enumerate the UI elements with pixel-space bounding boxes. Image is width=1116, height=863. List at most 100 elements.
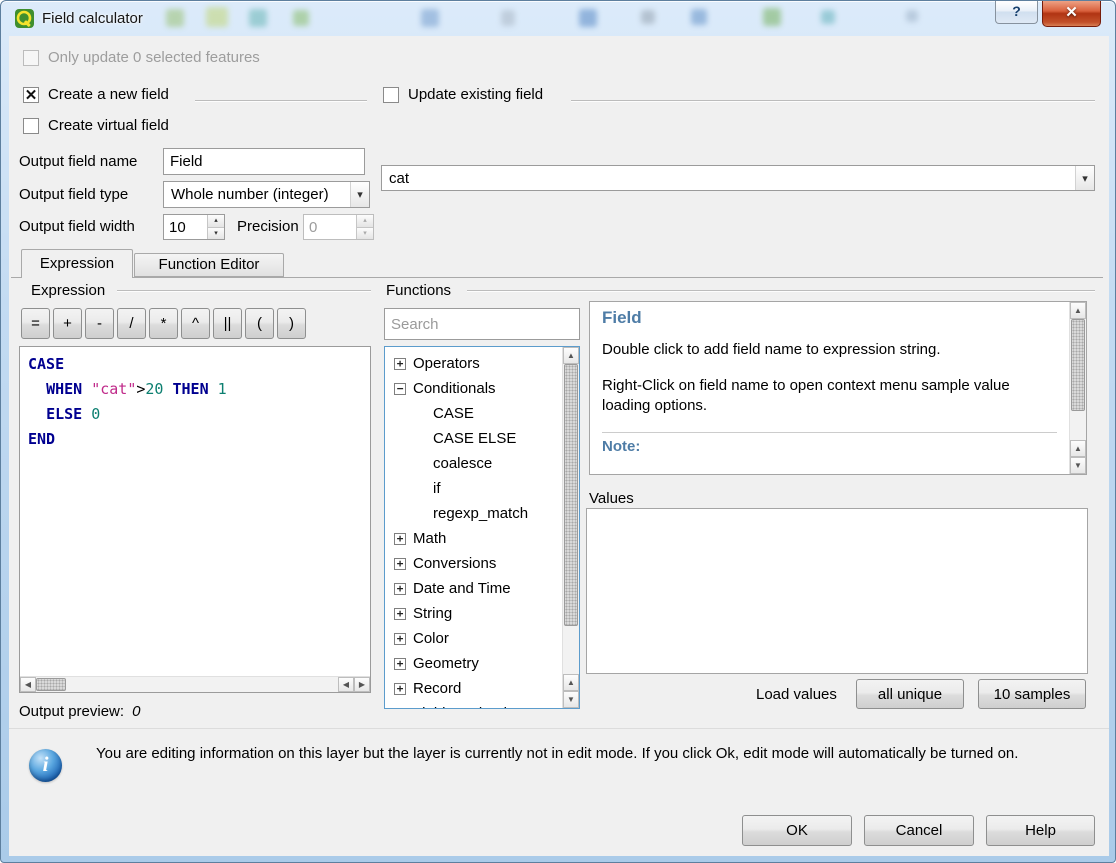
scroll-right-button[interactable]: ▶ — [354, 677, 370, 692]
scrollbar-thumb[interactable] — [1071, 319, 1085, 411]
tab-baseline — [11, 277, 1103, 278]
help-note-label: Note: — [602, 438, 641, 455]
scroll-left-icon: ◀ — [24, 680, 32, 689]
create-virtual-field-checkbox[interactable] — [23, 117, 39, 134]
precision-input[interactable] — [304, 215, 356, 239]
help-button[interactable]: Help — [986, 815, 1095, 846]
existing-field-dropdown-button[interactable]: ▾ — [1075, 166, 1094, 190]
scrollbar-thumb[interactable] — [564, 364, 578, 626]
titlebar-help-button[interactable]: ? — [995, 1, 1038, 24]
tree-item-label: Fields and Values — [413, 705, 531, 708]
tree-item-math[interactable]: + Math — [385, 526, 563, 551]
function-search-input[interactable] — [384, 308, 580, 340]
tree-item-date-and-time[interactable]: + Date and Time — [385, 576, 563, 601]
tree-item-string[interactable]: + String — [385, 601, 563, 626]
tree-item-label: CASE ELSE — [433, 430, 517, 447]
only-update-selected-checkbox[interactable] — [23, 49, 39, 66]
expand-icon[interactable]: + — [394, 557, 406, 570]
expand-icon[interactable]: + — [394, 632, 406, 645]
scroll-up-button[interactable]: ▲ — [563, 347, 579, 364]
operator-button-multiply[interactable]: * — [149, 308, 178, 339]
output-field-name-input[interactable] — [163, 148, 365, 175]
operator-button-divide[interactable]: / — [117, 308, 146, 339]
create-virtual-field-row: Create virtual field — [23, 117, 169, 134]
spin-down-button[interactable]: ▾ — [208, 227, 224, 239]
precision-spinner[interactable]: ▴ ▾ — [303, 214, 374, 240]
operator-button-open-paren[interactable]: ( — [245, 308, 274, 339]
spin-down-button[interactable]: ▾ — [357, 227, 373, 239]
scroll-left-button[interactable]: ◀ — [20, 677, 36, 692]
create-new-field-checkbox[interactable]: ✕ — [23, 86, 39, 104]
tree-item-coalesce[interactable]: coalesce — [385, 451, 563, 476]
cancel-button[interactable]: Cancel — [864, 815, 974, 846]
tab-expression[interactable]: Expression — [21, 249, 133, 278]
output-field-type-combobox[interactable]: Whole number (integer) ▾ — [163, 181, 370, 208]
expression-editor[interactable]: CASE WHEN "cat">20 THEN 1 ELSE 0 END ◀ ◀ … — [19, 346, 371, 693]
scroll-up-icon: ▲ — [1074, 306, 1082, 315]
scroll-down-button[interactable]: ▼ — [1070, 457, 1086, 474]
operator-button-close-paren[interactable]: ) — [277, 308, 306, 339]
function-tree-rows: + Operators − Conditionals CASE CASE ELSE coal… — [385, 351, 579, 708]
tree-item-label: Operators — [413, 355, 480, 372]
expression-hscrollbar[interactable]: ◀ ◀ ▶ — [20, 676, 370, 692]
scroll-up-button[interactable]: ▲ — [563, 674, 579, 691]
update-existing-field-checkbox[interactable] — [383, 86, 399, 103]
output-field-width-input[interactable] — [164, 215, 207, 239]
operator-button-power[interactable]: ^ — [181, 308, 210, 339]
tree-item-color[interactable]: + Color — [385, 626, 563, 651]
tree-item-conversions[interactable]: + Conversions — [385, 551, 563, 576]
functions-group-label: Functions — [386, 282, 452, 299]
output-field-width-spinner[interactable]: ▴ ▾ — [163, 214, 225, 240]
output-field-type-dropdown-button[interactable]: ▾ — [350, 182, 369, 207]
tree-item-geometry[interactable]: + Geometry — [385, 651, 563, 676]
scrollbar-track[interactable] — [66, 677, 338, 692]
tree-item-if[interactable]: if — [385, 476, 563, 501]
scroll-left-button[interactable]: ◀ — [338, 677, 354, 692]
existing-field-value: cat — [389, 169, 410, 187]
ok-button[interactable]: OK — [742, 815, 852, 846]
expand-icon[interactable]: + — [394, 357, 406, 370]
info-icon: i — [29, 749, 62, 782]
tree-item-record[interactable]: + Record — [385, 676, 563, 701]
tree-item-conditionals[interactable]: − Conditionals — [385, 376, 563, 401]
checkbox-check-icon: ✕ — [24, 86, 38, 104]
tree-item-operators[interactable]: + Operators — [385, 351, 563, 376]
tree-item-case-else[interactable]: CASE ELSE — [385, 426, 563, 451]
operator-button-plus[interactable]: + — [53, 308, 82, 339]
values-list[interactable] — [586, 508, 1088, 674]
operator-button-minus[interactable]: - — [85, 308, 114, 339]
expand-icon[interactable]: + — [394, 707, 406, 708]
question-icon: ? — [1012, 3, 1021, 19]
expand-icon[interactable]: + — [394, 657, 406, 670]
all-unique-button[interactable]: all unique — [856, 679, 964, 709]
existing-field-combobox[interactable]: cat ▾ — [381, 165, 1095, 191]
expand-icon[interactable]: + — [394, 682, 406, 695]
tree-item-regexp-match[interactable]: regexp_match — [385, 501, 563, 526]
titlebar[interactable]: Field calculator ? ✕ — [1, 1, 1115, 36]
help-scrollbar[interactable]: ▲ ▲ ▼ — [1069, 302, 1086, 474]
expand-icon[interactable]: + — [394, 582, 406, 595]
titlebar-close-button[interactable]: ✕ — [1042, 1, 1101, 27]
scroll-down-button[interactable]: ▼ — [563, 691, 579, 708]
scrollbar-track[interactable] — [563, 626, 579, 674]
function-tree: + Operators − Conditionals CASE CASE ELSE coal… — [384, 346, 580, 709]
tree-item-fields-and-values[interactable]: + Fields and Values — [385, 701, 563, 708]
scroll-up-icon: ▲ — [567, 351, 575, 360]
ten-samples-button[interactable]: 10 samples — [978, 679, 1086, 709]
tree-item-case[interactable]: CASE — [385, 401, 563, 426]
function-tree-scrollbar[interactable]: ▲ ▲ ▼ — [562, 347, 579, 708]
expand-icon[interactable]: + — [394, 532, 406, 545]
tree-item-label: coalesce — [433, 455, 493, 472]
spin-up-button[interactable]: ▴ — [357, 215, 373, 228]
scroll-up-button[interactable]: ▲ — [1070, 440, 1086, 457]
output-field-name-label: Output field name — [19, 153, 138, 170]
scroll-up-button[interactable]: ▲ — [1070, 302, 1086, 319]
operator-button-equals[interactable]: = — [21, 308, 50, 339]
expand-icon[interactable]: + — [394, 607, 406, 620]
scrollbar-track[interactable] — [1070, 411, 1086, 440]
spin-up-button[interactable]: ▴ — [208, 215, 224, 228]
scrollbar-thumb[interactable] — [36, 678, 66, 691]
operator-button-concatenate[interactable]: || — [213, 308, 242, 339]
collapse-icon[interactable]: − — [394, 382, 406, 395]
tab-function-editor[interactable]: Function Editor — [134, 253, 284, 277]
